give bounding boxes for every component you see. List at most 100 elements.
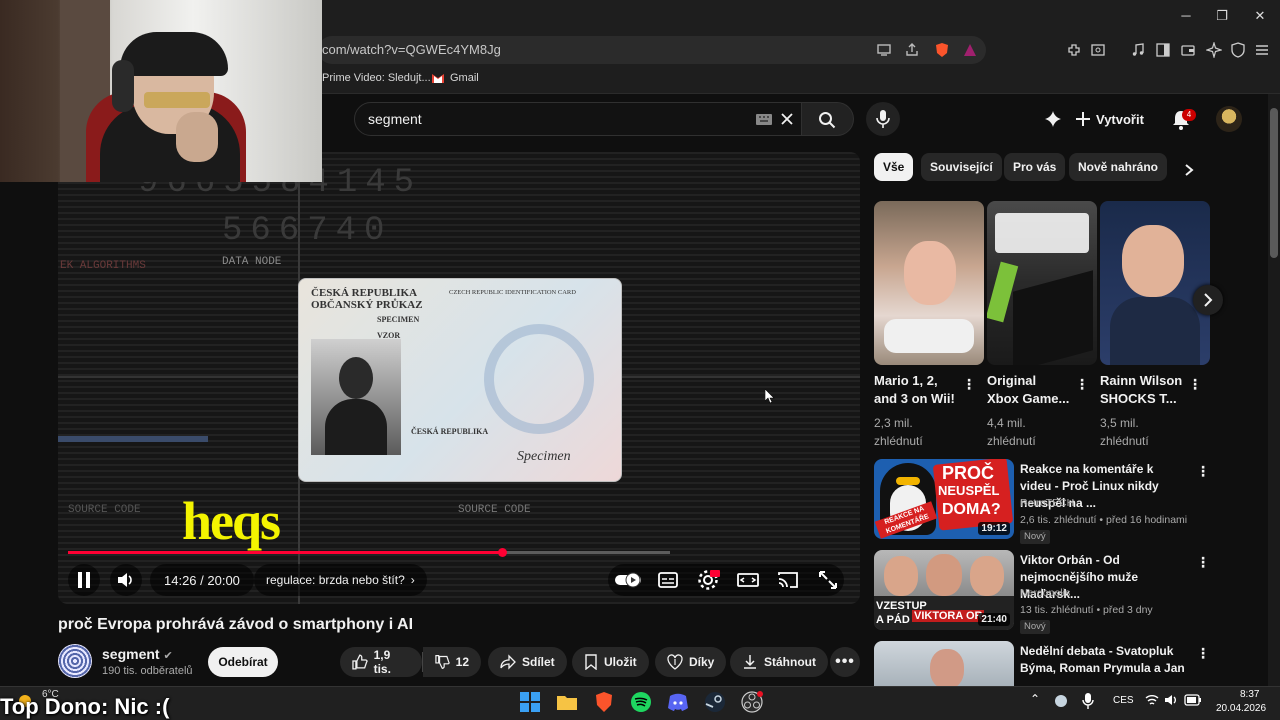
chip-for-you[interactable]: Pro vás bbox=[1004, 153, 1066, 181]
share-page-icon[interactable] bbox=[904, 42, 920, 58]
windows-start-icon[interactable] bbox=[518, 690, 542, 714]
progress-scrubber[interactable] bbox=[498, 548, 507, 557]
subscribe-button[interactable]: Odebírat bbox=[208, 647, 278, 677]
rec-channel[interactable]: Nerdopolis bbox=[1020, 587, 1070, 599]
rec-menu-icon[interactable]: ⋮ bbox=[1196, 645, 1210, 662]
brave-shield-icon[interactable] bbox=[934, 42, 950, 58]
autoplay-toggle-icon[interactable] bbox=[614, 568, 642, 592]
sidebar-toggle-icon[interactable] bbox=[1155, 42, 1171, 58]
card-emblem bbox=[484, 324, 594, 434]
thanks-button[interactable]: Díky bbox=[655, 647, 727, 677]
browser-menu-icon[interactable] bbox=[1254, 42, 1270, 58]
short-title[interactable]: Original Xbox Game... bbox=[987, 372, 1071, 408]
card-title: ČESKÁ REPUBLIKA bbox=[311, 287, 418, 299]
voice-search-button[interactable] bbox=[866, 102, 900, 136]
scrollbar-thumb[interactable] bbox=[1270, 108, 1278, 258]
download-label: Stáhnout bbox=[764, 655, 816, 669]
save-button[interactable]: Uložit bbox=[572, 647, 649, 677]
music-icon[interactable] bbox=[1130, 42, 1146, 58]
brave-browser-icon[interactable] bbox=[592, 690, 616, 714]
shorts-next-button[interactable] bbox=[1193, 285, 1223, 315]
vpn-shield-icon[interactable] bbox=[1230, 42, 1246, 58]
rec-thumbnail[interactable]: PROČ NEUSPĚL DOMA? REAKCE NA KOMENTÁŘE 1… bbox=[874, 459, 1014, 539]
spotify-icon[interactable] bbox=[629, 690, 653, 714]
rec-menu-icon[interactable]: ⋮ bbox=[1196, 554, 1210, 571]
short-menu-icon[interactable]: ⋮ bbox=[962, 376, 976, 393]
chips-next-icon[interactable] bbox=[1182, 163, 1196, 177]
minimize-button[interactable]: ─ bbox=[1176, 8, 1196, 26]
chip-recently-uploaded[interactable]: Nově nahráno bbox=[1069, 153, 1168, 181]
steam-tray-icon[interactable] bbox=[1054, 694, 1068, 708]
short-thumbnail[interactable] bbox=[874, 201, 984, 365]
chapter-button[interactable]: regulace: brzda nebo štít? › bbox=[254, 564, 427, 596]
bg-source-code: SOURCE CODE bbox=[458, 504, 531, 516]
leo-ai-icon[interactable] bbox=[1206, 42, 1222, 58]
fullscreen-icon[interactable] bbox=[816, 568, 840, 592]
more-actions-button[interactable]: ••• bbox=[830, 647, 860, 677]
speaker-icon[interactable] bbox=[1164, 694, 1178, 706]
subtitles-icon[interactable] bbox=[656, 568, 680, 592]
install-app-icon[interactable] bbox=[876, 42, 892, 58]
gemini-icon[interactable] bbox=[1044, 110, 1062, 128]
close-window-button[interactable]: ✕ bbox=[1250, 8, 1270, 26]
short-title[interactable]: Rainn Wilson SHOCKS T... bbox=[1100, 372, 1184, 408]
rec-channel[interactable]: RetroTECH bbox=[1020, 497, 1074, 509]
bg-data-node: DATA NODE bbox=[222, 256, 282, 268]
chip-all[interactable]: Vše bbox=[874, 153, 914, 181]
like-button[interactable]: 1,9 tis. bbox=[340, 647, 422, 677]
search-query-text: segment bbox=[368, 111, 422, 127]
webcam-cap bbox=[120, 32, 228, 76]
thumb-face bbox=[926, 554, 962, 596]
keyboard-icon[interactable] bbox=[756, 114, 772, 125]
extensions-icon[interactable] bbox=[1066, 42, 1082, 58]
obs-icon[interactable] bbox=[740, 690, 764, 714]
steam-icon[interactable] bbox=[703, 690, 727, 714]
download-button[interactable]: Stáhnout bbox=[730, 647, 828, 677]
short-thumbnail[interactable] bbox=[987, 201, 1097, 365]
short-face bbox=[904, 241, 956, 305]
microphone-icon bbox=[876, 110, 890, 128]
short-menu-icon[interactable]: ⋮ bbox=[1188, 376, 1202, 393]
caption-text: heqs bbox=[182, 491, 281, 551]
clock-date[interactable]: 20.04.2026 bbox=[1216, 703, 1266, 714]
wallet-icon[interactable] bbox=[1180, 42, 1196, 58]
chip-related[interactable]: Související bbox=[921, 153, 1002, 181]
bookmark-prime-video[interactable]: Prime Video: Sledujt... bbox=[322, 72, 431, 84]
channel-name[interactable]: segment ✔ bbox=[102, 646, 173, 662]
video-player[interactable]: 9665584145 566740 EK ALGORITHMS DATA NOD… bbox=[58, 152, 860, 604]
clear-search-icon[interactable] bbox=[780, 112, 794, 126]
channel-avatar[interactable] bbox=[58, 644, 92, 678]
volume-icon bbox=[118, 573, 132, 587]
dislike-button[interactable]: 12 bbox=[423, 647, 481, 677]
wifi-icon[interactable] bbox=[1145, 694, 1159, 706]
short-title[interactable]: Mario 1, 2, and 3 on Wii! bbox=[874, 372, 958, 408]
theater-mode-icon[interactable] bbox=[736, 568, 760, 592]
card-signature: Specimen bbox=[517, 449, 571, 464]
create-button[interactable]: Vytvořit bbox=[1076, 106, 1144, 132]
cast-icon[interactable] bbox=[776, 568, 800, 592]
battery-icon[interactable] bbox=[1184, 694, 1202, 706]
discord-icon[interactable] bbox=[666, 690, 690, 714]
rec-menu-icon[interactable]: ⋮ bbox=[1196, 463, 1210, 480]
bookmark-gmail[interactable]: Gmail bbox=[450, 72, 479, 84]
short-thumbnail[interactable] bbox=[1100, 201, 1210, 365]
short-menu-icon[interactable]: ⋮ bbox=[1075, 376, 1089, 393]
pause-button[interactable] bbox=[68, 564, 100, 596]
brave-rewards-icon[interactable] bbox=[962, 42, 978, 58]
user-avatar[interactable] bbox=[1216, 106, 1242, 132]
file-explorer-icon[interactable] bbox=[555, 690, 579, 714]
clock-time[interactable]: 8:37 bbox=[1240, 689, 1259, 700]
settings-gear-icon[interactable] bbox=[696, 568, 720, 592]
search-button[interactable] bbox=[802, 102, 854, 136]
maximize-button[interactable]: ❐ bbox=[1212, 8, 1232, 26]
tray-mic-icon[interactable] bbox=[1082, 693, 1094, 709]
volume-button[interactable] bbox=[110, 564, 142, 596]
tray-chevron-up-icon[interactable]: ⌃ bbox=[1030, 692, 1040, 706]
rec-thumbnail[interactable] bbox=[874, 641, 1014, 686]
share-button[interactable]: Sdílet bbox=[488, 647, 567, 677]
screenshot-icon[interactable] bbox=[1090, 42, 1106, 58]
webcam-headphones bbox=[112, 60, 134, 112]
rec-thumbnail[interactable]: VZESTUP A PÁD VIKTORA OR 21:40 bbox=[874, 550, 1014, 630]
input-language[interactable]: CES bbox=[1113, 695, 1134, 706]
bg-algorithms: EK ALGORITHMS bbox=[60, 260, 146, 272]
